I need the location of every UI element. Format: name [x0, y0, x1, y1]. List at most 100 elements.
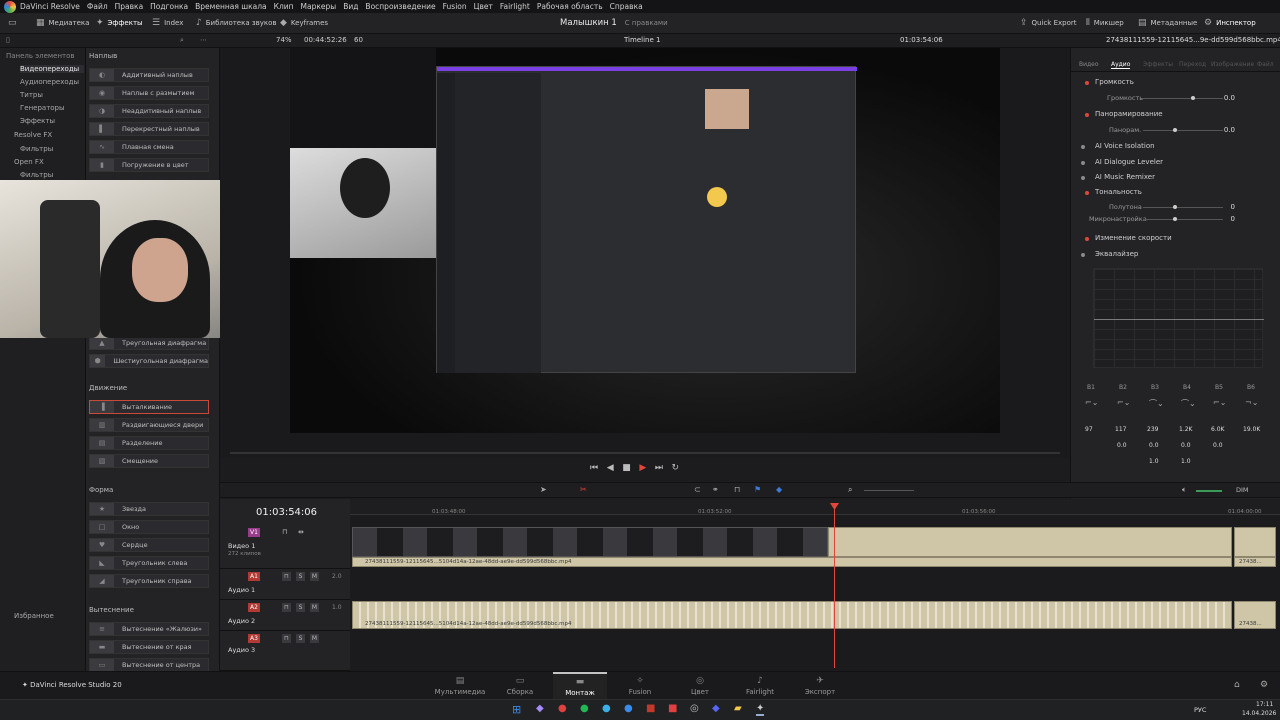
- selection-tool-icon[interactable]: ➤: [540, 485, 547, 494]
- mixer-button[interactable]: ⫴ Микшер: [1086, 18, 1124, 28]
- menu-markers[interactable]: Маркеры: [301, 2, 337, 11]
- menu-fairlight[interactable]: Fairlight: [500, 2, 530, 11]
- clock-time[interactable]: 17:11: [1256, 701, 1273, 708]
- voice-isolation-header[interactable]: AI Voice Isolation: [1095, 142, 1155, 150]
- tab-effects[interactable]: Эффекты: [1143, 61, 1173, 68]
- track-lock-icon[interactable]: ⊓: [282, 572, 291, 581]
- app-icon[interactable]: ◆: [712, 703, 720, 714]
- track-lock-icon[interactable]: ⊓: [282, 634, 291, 643]
- tree-effects[interactable]: Эффекты: [20, 117, 55, 125]
- home-icon[interactable]: ⌂: [1234, 680, 1240, 690]
- viewer-scrubber[interactable]: [230, 452, 1060, 454]
- spotify-icon[interactable]: ●: [580, 703, 589, 714]
- menu-view[interactable]: Вид: [343, 2, 358, 11]
- fx-hexagon-iris[interactable]: ⬢ Шестиугольная диафрагма: [89, 354, 209, 368]
- pitch-header[interactable]: Тональность: [1095, 188, 1142, 196]
- cents-knob[interactable]: [1173, 217, 1177, 221]
- freq-value[interactable]: 97: [1085, 426, 1093, 433]
- index-button[interactable]: ☰ Index: [152, 18, 183, 28]
- media-button[interactable]: ▦ Медиатека: [36, 18, 89, 28]
- menu-trim[interactable]: Подгонка: [150, 2, 188, 11]
- link-icon[interactable]: ⚭: [712, 485, 719, 494]
- tree-video-transitions[interactable]: Видеопереходы: [20, 65, 84, 73]
- clock-date[interactable]: 14.04.2026: [1242, 710, 1276, 717]
- video-clip-label-bar[interactable]: 27438111559-12115645...5104d14a-12ae-48d…: [352, 557, 1232, 567]
- zoom-slider[interactable]: [864, 490, 914, 491]
- q-value[interactable]: 1.0: [1181, 458, 1191, 465]
- page-media[interactable]: ▤ Мультимедиа: [433, 672, 487, 700]
- viewer-frame[interactable]: [290, 48, 1000, 433]
- fx-heart[interactable]: ♥ Сердце: [89, 538, 209, 552]
- media-pool-button[interactable]: ▭: [8, 18, 17, 28]
- video-clip-next[interactable]: [1234, 527, 1276, 557]
- menu-help[interactable]: Справка: [610, 2, 643, 11]
- eq-enable-icon[interactable]: [1081, 253, 1085, 257]
- track-name[interactable]: Видео 1: [228, 542, 255, 550]
- fx-star[interactable]: ★ Звезда: [89, 502, 209, 516]
- toolbox-header[interactable]: Панель элементов: [6, 52, 75, 60]
- bell-icon[interactable]: ⌒⌄: [1149, 398, 1164, 409]
- app-icon[interactable]: ■: [646, 703, 655, 714]
- tree-filters[interactable]: Фильтры: [20, 145, 53, 153]
- track-tag[interactable]: A1: [248, 572, 260, 581]
- freq-value[interactable]: 19.0K: [1243, 426, 1260, 433]
- track-tag[interactable]: A3: [248, 634, 260, 643]
- effects-button[interactable]: ✦ Эффекты: [96, 18, 143, 28]
- app-icon[interactable]: ◆: [536, 703, 544, 714]
- snapping-icon[interactable]: ⊂: [694, 485, 701, 494]
- q-value[interactable]: 1.0: [1149, 458, 1159, 465]
- speed-enable-icon[interactable]: [1085, 237, 1089, 241]
- fx-slide-doors[interactable]: ▥ Раздвигающиеся двери: [89, 418, 209, 432]
- track-tag[interactable]: V1: [248, 528, 260, 537]
- fx-slide[interactable]: ▧ Смещение: [89, 454, 209, 468]
- tab-file[interactable]: Файл: [1257, 61, 1274, 68]
- audio-clip-a2[interactable]: 27438111559-12115645...5104d14a-12ae-48d…: [352, 601, 1232, 629]
- pan-value[interactable]: 0.0: [1211, 126, 1235, 134]
- menu-fusion[interactable]: Fusion: [443, 2, 467, 11]
- timeline-ruler[interactable]: 01:03:48:00 01:03:52:00 01:03:56:00 01:0…: [350, 499, 1280, 515]
- volume-knob[interactable]: [1191, 96, 1195, 100]
- playhead[interactable]: [834, 503, 835, 668]
- tab-image[interactable]: Изображение: [1211, 61, 1254, 68]
- edge-icon[interactable]: ●: [624, 703, 633, 714]
- mute-button[interactable]: M: [310, 634, 319, 643]
- volume-enable-icon[interactable]: [1085, 81, 1089, 85]
- track-tag[interactable]: A2: [248, 603, 260, 612]
- fx-blinds-wipe[interactable]: ≡ Вытеснение «Жалюзи»: [89, 622, 209, 636]
- freq-value[interactable]: 1.2K: [1179, 426, 1192, 433]
- freq-value[interactable]: 239: [1147, 426, 1158, 433]
- track-name[interactable]: Аудио 2: [228, 617, 255, 625]
- fx-cross-dissolve[interactable]: ▌ Перекрестный наплыв: [89, 122, 209, 136]
- track-level[interactable]: 1.0: [332, 604, 342, 611]
- timeline-area[interactable]: [220, 499, 1280, 671]
- play-icon[interactable]: ▶: [639, 463, 646, 473]
- davinci-taskbar-icon[interactable]: ✦: [756, 703, 765, 716]
- hipass-icon[interactable]: ⌐⌄: [1085, 398, 1098, 407]
- cents-value[interactable]: 0: [1211, 215, 1235, 223]
- bell-icon[interactable]: ⌒⌄: [1181, 398, 1196, 409]
- pan-enable-icon[interactable]: [1085, 113, 1089, 117]
- menu-app-name[interactable]: DaVinci Resolve: [20, 2, 80, 11]
- marker-icon[interactable]: ◆: [776, 485, 782, 494]
- favorites-header[interactable]: Избранное: [14, 612, 54, 620]
- solo-button[interactable]: S: [296, 603, 305, 612]
- pitch-enable-icon[interactable]: [1085, 191, 1089, 195]
- page-edit[interactable]: ▬ Монтаж: [553, 672, 607, 700]
- menu-file[interactable]: Файл: [87, 2, 108, 11]
- inspector-button[interactable]: ⚙ Инспектор: [1204, 18, 1256, 28]
- fx-split[interactable]: ▤ Разделение: [89, 436, 209, 450]
- telegram-icon[interactable]: ●: [602, 703, 611, 714]
- dialogue-enable-icon[interactable]: [1081, 161, 1085, 165]
- voice-iso-enable-icon[interactable]: [1081, 145, 1085, 149]
- tree-generators[interactable]: Генераторы: [20, 104, 65, 112]
- tab-transition[interactable]: Переход: [1179, 61, 1206, 68]
- menu-playback[interactable]: Воспроизведение: [365, 2, 435, 11]
- fx-box[interactable]: □ Окно: [89, 520, 209, 534]
- sound-library-button[interactable]: ♪ Библиотека звуков: [196, 18, 276, 28]
- fx-non-additive-dissolve[interactable]: ◑ Неаддитивный наплыв: [89, 104, 209, 118]
- tree-open-fx[interactable]: Open FX: [14, 158, 44, 166]
- page-fairlight[interactable]: ♪ Fairlight: [733, 672, 787, 700]
- settings-icon[interactable]: ⚙: [1260, 680, 1268, 690]
- menu-timeline[interactable]: Временная шкала: [195, 2, 266, 11]
- track-level[interactable]: 2.0: [332, 573, 342, 580]
